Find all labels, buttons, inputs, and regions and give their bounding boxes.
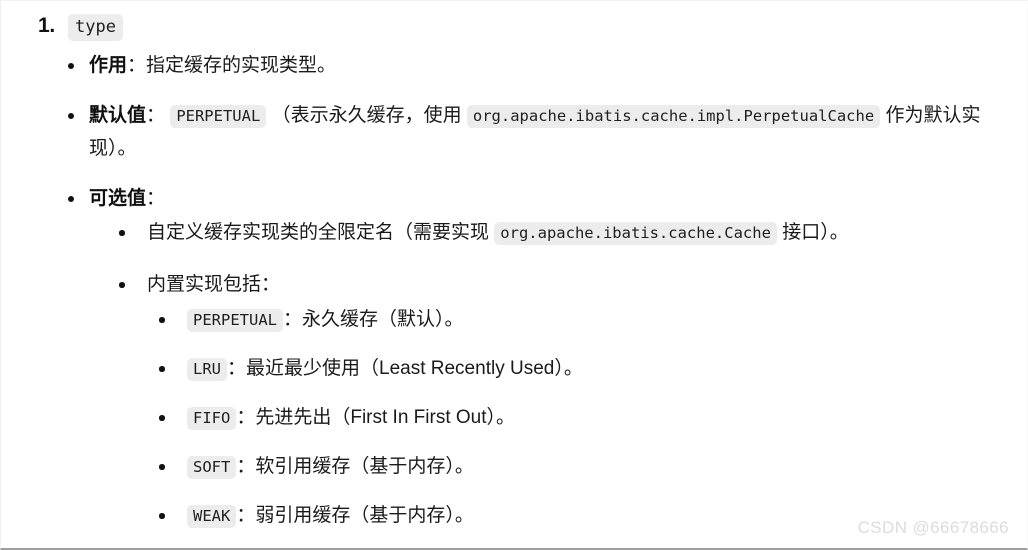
list-item-fifo: FIFO ：先进先出（First In First Out）。 — [147, 403, 1007, 433]
list-item-allowed-values: 可选值： 自定义缓存实现类的全限定名（需要实现 org.apache.ibati… — [21, 182, 1007, 531]
perpetual-colon: ： — [283, 309, 303, 330]
bullet-icon — [159, 513, 165, 519]
custom-impl-text-end: 接口）。 — [782, 222, 849, 243]
perpetual-desc: 永久缓存（默认）。 — [302, 309, 464, 330]
ordered-list-item-type: 1. type — [21, 9, 1007, 43]
bullet-icon — [68, 113, 74, 119]
allowed-values-colon: ： — [146, 188, 166, 209]
purpose-colon: ： — [127, 55, 147, 76]
code-perpetual-cache-class: org.apache.ibatis.cache.impl.PerpetualCa… — [466, 105, 881, 128]
list-number-marker: 1. — [38, 14, 55, 37]
weak-desc: 弱引用缓存（基于内存）。 — [255, 505, 474, 526]
custom-implementation-line: 自定义缓存实现类的全限定名（需要实现 org.apache.ibatis.cac… — [147, 217, 1007, 249]
default-value-colon: ： — [146, 105, 166, 126]
builtin-implementation-list: PERPETUAL ：永久缓存（默认）。 LRU ：最近最少使用（Least Rec… — [147, 305, 1007, 531]
list-item-default-value: 默认值： PERPETUAL （表示永久缓存，使用 org.apache.iba… — [21, 99, 1007, 165]
default-value-text-mid: （表示永久缓存，使用 — [271, 105, 462, 126]
allowed-values-line: 可选值： — [89, 182, 1007, 215]
soft-line: SOFT ：软引用缓存（基于内存）。 — [187, 452, 1007, 482]
list-item-lru: LRU ：最近最少使用（Least Recently Used）。 — [147, 354, 1007, 384]
code-type: type — [68, 14, 123, 41]
code-soft: SOFT — [187, 456, 237, 479]
code-weak: WEAK — [187, 505, 237, 528]
bullet-icon — [159, 366, 165, 372]
code-lru: LRU — [187, 358, 227, 381]
list-item-perpetual: PERPETUAL ：永久缓存（默认）。 — [147, 305, 1007, 335]
bullet-icon — [119, 282, 125, 288]
list-item-builtin-implementations: 内置实现包括： PERPETUAL ：永久缓存（默认）。 LRU ：最近最少使用（L… — [89, 269, 1007, 531]
attribute-list: 作用：指定缓存的实现类型。 默认值： PERPETUAL （表示永久缓存，使用 … — [21, 49, 1007, 531]
bullet-icon — [68, 63, 74, 69]
soft-desc: 软引用缓存（基于内存）。 — [255, 456, 474, 477]
bullet-icon — [119, 230, 125, 236]
custom-impl-text-start: 自定义缓存实现类的全限定名（需要实现 — [147, 222, 490, 243]
code-fifo: FIFO — [187, 407, 237, 430]
soft-colon: ： — [236, 456, 256, 477]
fifo-line: FIFO ：先进先出（First In First Out）。 — [187, 403, 1007, 433]
document-body: 1. type 作用：指定缓存的实现类型。 默认值： PERPETUAL （表示… — [1, 1, 1027, 531]
lru-line: LRU ：最近最少使用（Least Recently Used）。 — [187, 354, 1007, 384]
watermark: CSDN @66678666 — [857, 518, 1009, 537]
allowed-values-list: 自定义缓存实现类的全限定名（需要实现 org.apache.ibatis.cac… — [89, 217, 1007, 531]
list-item-soft: SOFT ：软引用缓存（基于内存）。 — [147, 452, 1007, 482]
code-cache-interface: org.apache.ibatis.cache.Cache — [494, 222, 777, 245]
purpose-label: 作用 — [89, 55, 128, 76]
allowed-values-label: 可选值 — [89, 188, 147, 209]
bullet-icon — [159, 464, 165, 470]
perpetual-line: PERPETUAL ：永久缓存（默认）。 — [187, 305, 1007, 335]
weak-colon: ： — [236, 505, 256, 526]
code-perpetual: PERPETUAL — [170, 105, 267, 128]
builtin-label: 内置实现包括： — [147, 274, 281, 295]
purpose-text: 指定缓存的实现类型。 — [146, 55, 337, 76]
bullet-icon — [159, 317, 165, 323]
purpose-line: 作用：指定缓存的实现类型。 — [89, 49, 1007, 82]
fifo-colon: ： — [236, 407, 256, 428]
default-value-line: 默认值： PERPETUAL （表示永久缓存，使用 org.apache.iba… — [89, 99, 1007, 165]
fifo-desc: 先进先出（First In First Out）。 — [255, 407, 516, 428]
default-value-label: 默认值 — [89, 105, 147, 126]
code-perpetual: PERPETUAL — [187, 309, 283, 332]
list-item-custom-implementation: 自定义缓存实现类的全限定名（需要实现 org.apache.ibatis.cac… — [89, 217, 1007, 249]
list-item-purpose: 作用：指定缓存的实现类型。 — [21, 49, 1007, 82]
lru-colon: ： — [227, 358, 247, 379]
bullet-icon — [159, 415, 165, 421]
bullet-icon — [68, 196, 74, 202]
lru-desc: 最近最少使用（Least Recently Used）。 — [246, 358, 583, 379]
document-page: 1. type 作用：指定缓存的实现类型。 默认值： PERPETUAL （表示… — [0, 0, 1028, 550]
